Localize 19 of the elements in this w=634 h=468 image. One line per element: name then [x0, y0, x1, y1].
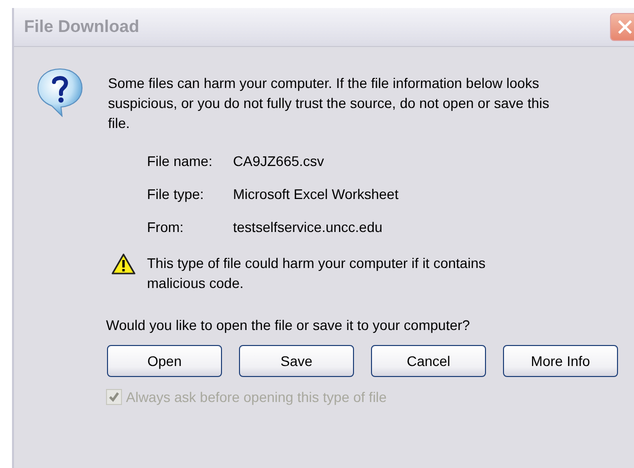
field-value: CA9JZ665.csv [233, 152, 326, 171]
window-title: File Download [24, 17, 140, 37]
field-label: File name: [147, 152, 214, 171]
dialog-button[interactable]: More Info [503, 345, 618, 377]
warning-text: This type of file could harm your computer if it contains malicious code. [147, 254, 486, 293]
warning-icon [111, 253, 136, 275]
close-icon [616, 18, 634, 36]
field-label: File type: [147, 185, 205, 204]
close-button[interactable] [610, 13, 634, 41]
dialog-button[interactable]: Save [239, 345, 354, 377]
field-label: From: [147, 218, 185, 237]
field-value: Microsoft Excel Worksheet [233, 185, 400, 204]
question-text: Would you like to open the file or save it to your computer? [106, 317, 471, 333]
field-value: testselfservice.uncc.edu [233, 218, 384, 237]
dialog-button[interactable]: Open [107, 345, 222, 377]
question-icon [36, 67, 84, 117]
checkbox-label: Always ask before opening this type of file [126, 389, 387, 405]
dialog-button[interactable]: Cancel [371, 345, 486, 377]
warning-message: Some files can harm your computer. If the file information below looks suspicious, or you do not fully trust the source, do not open or save this file. [108, 74, 550, 133]
